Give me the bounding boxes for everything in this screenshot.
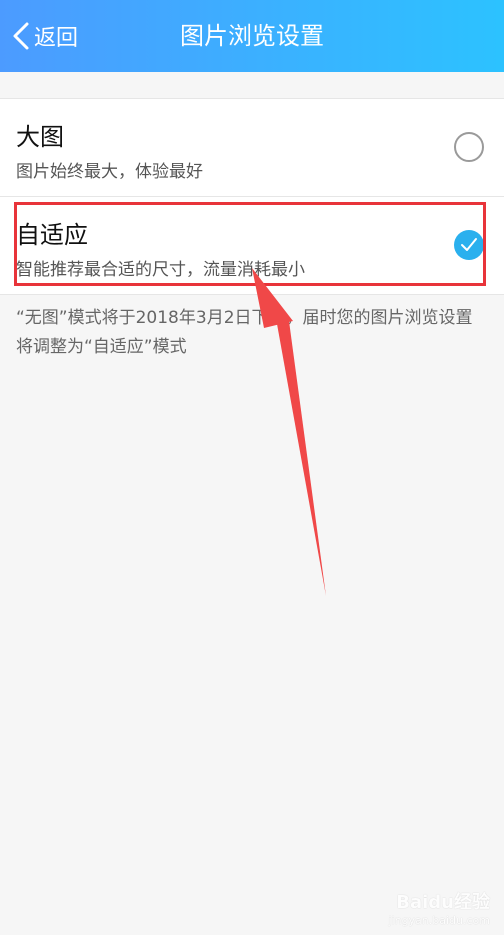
radio-checked-icon[interactable] [454,230,484,260]
deprecation-note: “无图”模式将于2018年3月2日下线，届时您的图片浏览设置将调整为“自适应”模… [16,308,473,357]
option-subtitle: 图片始终最大，体验最好 [16,162,203,182]
option-large-image[interactable]: 大图 图片始终最大，体验最好 [0,99,504,196]
option-adaptive[interactable]: 自适应 智能推荐最合适的尺寸，流量消耗最小 [0,196,504,294]
watermark: Baidu经验 jingyan.baidu.com [388,888,490,927]
checkmark-icon [461,238,477,251]
image-mode-options: 大图 图片始终最大，体验最好 自适应 智能推荐最合适的尺寸，流量消耗最小 [0,98,504,295]
option-title: 自适应 [16,221,88,249]
watermark-brand: Baidu经验 [396,892,490,913]
page-title: 图片浏览设置 [180,22,324,50]
watermark-url: jingyan.baidu.com [388,914,490,927]
option-title: 大图 [16,123,64,151]
option-subtitle: 智能推荐最合适的尺寸，流量消耗最小 [16,260,305,280]
radio-unchecked-icon[interactable] [454,132,484,162]
top-nav-bar: 返回 图片浏览设置 [0,0,504,72]
